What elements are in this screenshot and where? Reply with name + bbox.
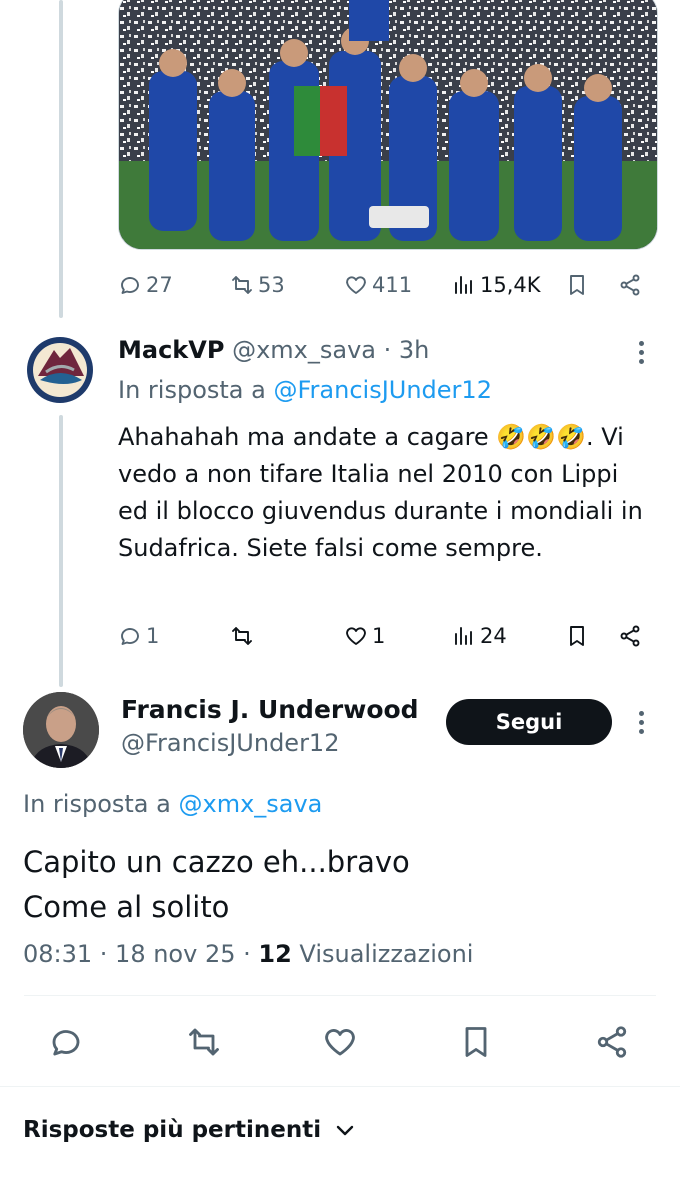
retweet-count: 53 [258, 273, 285, 297]
tweet-photo[interactable] [118, 0, 658, 250]
follow-button[interactable]: Segui [446, 699, 612, 745]
main-handle[interactable]: @FrancisJUnder12 [121, 729, 339, 757]
views-chart-icon [455, 276, 472, 294]
profile-photo [23, 692, 99, 768]
main-reply-button[interactable] [48, 1024, 84, 1060]
chevron-down-icon [336, 1125, 354, 1136]
like-action[interactable]: 411 [344, 273, 412, 297]
more-options-icon[interactable] [639, 341, 647, 368]
divider-bottom [0, 1086, 680, 1087]
share-icon [620, 625, 640, 647]
share-action[interactable] [618, 624, 642, 648]
reply-display-name[interactable]: MackVP [118, 336, 224, 364]
main-tweet-text: Capito un cazzo eh...bravo Come al solit… [23, 840, 410, 930]
main-tweet-line-1: Capito un cazzo eh...bravo [23, 845, 410, 879]
team-celebration-photo [119, 0, 657, 249]
share-icon [620, 274, 640, 296]
sort-replies-label: Risposte più pertinenti [23, 1117, 322, 1143]
main-in-reply-to: In risposta a @xmx_sava [23, 790, 322, 818]
heart-icon [346, 276, 366, 294]
divider-top [24, 995, 656, 996]
reply-icon [52, 1030, 80, 1056]
main-timestamp[interactable]: 08:31 · 18 nov 25 · [23, 940, 258, 968]
main-in-reply-to-label: In risposta a [23, 790, 171, 818]
more-options-icon[interactable] [639, 711, 647, 738]
heart-icon [346, 627, 366, 645]
retweet-action[interactable] [230, 624, 258, 648]
reply-in-reply-to: In risposta a @FrancisJUnder12 [118, 376, 492, 404]
avatar-mackvp[interactable] [26, 336, 94, 404]
main-views-label: Visualizzazioni [299, 940, 474, 968]
reply-header: MackVP @xmx_sava · 3h [118, 336, 429, 364]
reply-icon [121, 277, 139, 294]
sort-replies-dropdown[interactable]: Risposte più pertinenti [23, 1117, 357, 1143]
retweet-action[interactable]: 53 [230, 273, 285, 297]
main-tweet-meta: 08:31 · 18 nov 25 · 12 Visualizzazioni [23, 940, 473, 968]
main-tweet-line-2: Come al solito [23, 890, 230, 924]
reply-timestamp[interactable]: · 3h [384, 336, 430, 364]
bookmark-icon [570, 275, 584, 295]
thread-line-top [59, 0, 63, 318]
share-icon [597, 1026, 627, 1058]
main-views-count: 12 [258, 940, 292, 968]
reply-in-reply-to-label: In risposta a [118, 376, 266, 404]
retweet-icon [232, 276, 252, 294]
share-action[interactable] [618, 273, 642, 297]
reply-handle[interactable]: @xmx_sava [232, 336, 376, 364]
reply-count: 27 [146, 273, 173, 297]
reply-action[interactable]: 1 [118, 624, 159, 648]
bookmark-action[interactable] [565, 624, 589, 648]
views-count: 24 [480, 624, 507, 648]
main-share-button[interactable] [594, 1024, 630, 1060]
retweet-icon [189, 1028, 219, 1056]
bookmark-icon [465, 1027, 487, 1057]
reply-mention-link[interactable]: @FrancisJUnder12 [273, 376, 491, 404]
retweet-icon [232, 627, 252, 645]
bookmark-action[interactable] [565, 273, 589, 297]
avatar-francis[interactable] [23, 692, 99, 768]
main-like-button[interactable] [322, 1024, 358, 1060]
reply-tweet-text: Ahahahah ma andate a cagare 🤣🤣🤣. Vi vedo… [118, 423, 643, 562]
main-bookmark-button[interactable] [458, 1024, 494, 1060]
main-display-name[interactable]: Francis J. Underwood [121, 695, 419, 724]
views-action[interactable]: 15,4K [452, 273, 541, 297]
thread-line-bottom [59, 415, 63, 687]
like-count: 411 [372, 273, 413, 297]
reply-action[interactable]: 27 [118, 273, 173, 297]
main-mention-link[interactable]: @xmx_sava [178, 790, 322, 818]
heart-icon [325, 1029, 355, 1056]
colorado-avalanche-logo [27, 337, 93, 403]
like-count: 1 [372, 624, 386, 648]
bookmark-icon [570, 626, 584, 646]
views-chart-icon [455, 627, 472, 645]
main-retweet-button[interactable] [186, 1024, 222, 1060]
reply-icon [121, 628, 139, 645]
views-action[interactable]: 24 [452, 624, 507, 648]
reply-count: 1 [146, 624, 160, 648]
like-action[interactable]: 1 [344, 624, 385, 648]
views-count: 15,4K [480, 273, 541, 297]
